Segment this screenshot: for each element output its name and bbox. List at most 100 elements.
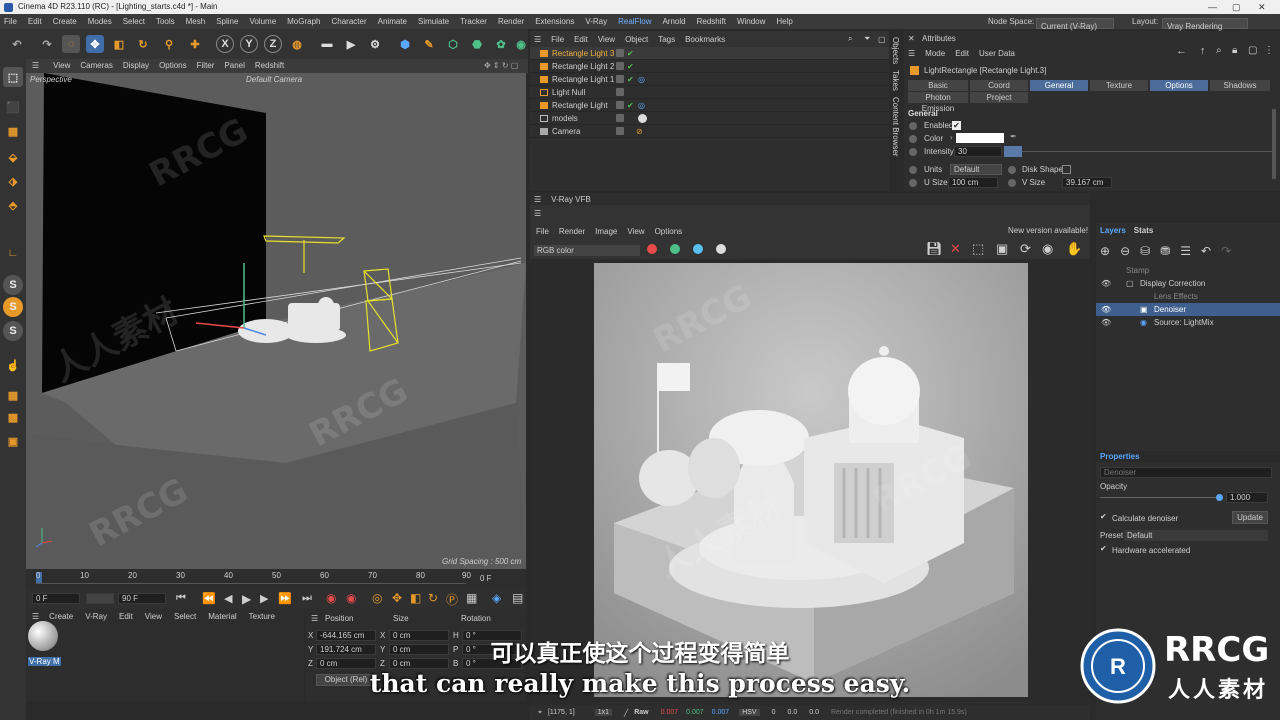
menu-mesh[interactable]: Mesh [186, 14, 206, 29]
menu-tracker[interactable]: Tracker [460, 14, 487, 29]
coordinate-system-icon[interactable]: ◍ [288, 35, 306, 53]
color-swatch[interactable] [956, 133, 1004, 143]
animate-dot-icon[interactable] [909, 122, 917, 130]
snap-settings-icon[interactable]: S [3, 297, 23, 317]
animate-dot-icon[interactable] [1008, 166, 1016, 174]
menu-edit[interactable]: Edit [28, 14, 42, 29]
red-channel-icon[interactable] [647, 244, 657, 254]
blue-channel-icon[interactable] [693, 244, 703, 254]
lock-icon[interactable]: 🔒︎ [1232, 45, 1237, 56]
layer-dot-icon[interactable] [616, 127, 624, 135]
make-editable-icon[interactable]: ⬚ [3, 67, 23, 87]
workplane-icon[interactable]: S [3, 321, 23, 341]
intensity-slider-track[interactable] [1022, 151, 1272, 152]
save-layers-icon[interactable]: ⛁ [1140, 244, 1150, 258]
material-menu-create[interactable]: Create [49, 612, 73, 621]
opacity-slider-track[interactable] [1100, 497, 1222, 498]
menu-vray[interactable]: V-Ray [585, 14, 607, 29]
rotation-key-icon[interactable]: ↻ [428, 591, 438, 605]
tweak-icon[interactable]: ☝ [3, 355, 23, 375]
material-menu-view[interactable]: View [145, 612, 162, 621]
prev-key-icon[interactable]: ⏪ [202, 592, 216, 605]
scale-icon[interactable]: ◧ [110, 35, 128, 53]
move-icon[interactable]: ✥ [86, 35, 104, 53]
animate-dot-icon[interactable] [909, 179, 917, 187]
disk-shape-checkbox[interactable] [1062, 165, 1071, 174]
menu-extensions[interactable]: Extensions [535, 14, 574, 29]
material-tag-icon[interactable] [638, 114, 647, 123]
green-channel-icon[interactable] [670, 244, 680, 254]
menu-window[interactable]: Window [737, 14, 765, 29]
play-icon[interactable]: ▶ [242, 592, 251, 606]
perspective-viewport[interactable]: Perspective Default Camera Grid Spacing … [26, 73, 526, 569]
object-search-icon[interactable]: ⌕ [848, 34, 852, 44]
lock-workplane-icon[interactable]: ▩ [3, 407, 23, 427]
node-space-select[interactable]: Current (V-Ray) [1036, 18, 1114, 31]
tab-stats[interactable]: Stats [1134, 226, 1154, 235]
object-row-rectangle-light-1[interactable]: Rectangle Light 1 ✔ ◎ [530, 73, 890, 86]
calc-denoiser-checkbox[interactable]: ✔ [1100, 513, 1108, 521]
region-render-icon[interactable]: ⬚ [972, 241, 984, 257]
render-picture-viewer-icon[interactable]: ▶ [342, 35, 360, 53]
current-frame-field[interactable]: 0 F [32, 593, 80, 604]
autokey-icon[interactable]: ◉ [346, 591, 356, 605]
object-menu-edit[interactable]: Edit [574, 35, 588, 44]
attributes-menu-edit[interactable]: Edit [955, 49, 969, 58]
object-row-models[interactable]: models [530, 112, 890, 125]
object-row-rectangle-light-2[interactable]: Rectangle Light 2 ✔ [530, 60, 890, 73]
enabled-check-icon[interactable]: ✔ [627, 47, 634, 60]
follow-mouse-icon[interactable]: ▣ [996, 241, 1008, 257]
layer-item-lightmix[interactable]: 👁︎ ◉ Source: LightMix [1096, 317, 1280, 329]
options-icon[interactable]: ⋮ [1264, 45, 1274, 56]
vfb-menu-image[interactable]: Image [595, 227, 617, 236]
material-menu-texture[interactable]: Texture [249, 612, 275, 621]
menu-create[interactable]: Create [53, 14, 77, 29]
redo-layer-icon[interactable]: ↷ [1221, 244, 1231, 258]
viewport-menu-display[interactable]: Display [123, 59, 149, 73]
layer-list-icon[interactable]: ☰ [1180, 244, 1191, 258]
y-axis-button[interactable]: Y [240, 35, 258, 53]
next-key-icon[interactable]: ⏩ [278, 592, 292, 605]
object-menu-file[interactable]: File [551, 35, 564, 44]
vfb-menu-view[interactable]: View [627, 227, 644, 236]
color-probe-icon[interactable]: ╱ [624, 709, 628, 717]
alpha-channel-icon[interactable] [716, 244, 726, 254]
object-row-light-null[interactable]: Light Null [530, 86, 890, 99]
layer-name-field[interactable]: Denoiser [1100, 467, 1272, 478]
timeline-window-icon[interactable]: ▤ [512, 591, 523, 605]
menu-render[interactable]: Render [498, 14, 524, 29]
viewport-menu-icon[interactable]: ☰ [32, 59, 39, 73]
position-key-icon[interactable]: ✥ [392, 591, 402, 605]
viewport-menu-cameras[interactable]: Cameras [80, 59, 112, 73]
object-row-camera[interactable]: Camera ⊘ [530, 125, 890, 138]
layer-item-display-correction[interactable]: 👁︎ ▢ Display Correction [1096, 278, 1280, 290]
save-image-icon[interactable]: 💾︎ [926, 241, 943, 257]
solo-icon[interactable]: ▣ [3, 431, 23, 451]
deformer-icon[interactable]: ✿ [492, 35, 510, 53]
undo-layer-icon[interactable]: ↶ [1201, 244, 1211, 258]
object-menu-bookmarks[interactable]: Bookmarks [685, 35, 725, 44]
remove-layer-icon[interactable]: ⊖ [1120, 244, 1130, 258]
go-to-start-icon[interactable]: ⏮ [176, 592, 186, 605]
color-space-select[interactable]: HSV [739, 709, 760, 716]
hw-accel-checkbox[interactable]: ✔ [1100, 545, 1108, 553]
timeline-ruler[interactable]: 0 10 20 30 40 50 60 70 80 90 0 F [26, 569, 526, 589]
menu-volume[interactable]: Volume [249, 14, 276, 29]
menu-simulate[interactable]: Simulate [418, 14, 449, 29]
zoom-select[interactable]: 1x1 [594, 709, 612, 716]
viewport-menu-panel[interactable]: Panel [224, 59, 244, 73]
pen-icon[interactable]: ✎ [420, 35, 438, 53]
units-select[interactable]: Default [950, 164, 1002, 175]
tab-general[interactable]: General [1030, 80, 1088, 91]
animate-dot-icon[interactable] [909, 148, 917, 156]
redo-icon[interactable]: ↷ [38, 35, 56, 53]
object-menu-icon[interactable]: ☰ [534, 35, 541, 44]
enabled-check-icon[interactable]: ✔ [627, 99, 634, 112]
viewport-menu-filter[interactable]: Filter [197, 59, 215, 73]
subdivision-icon[interactable]: ⬡ [444, 35, 462, 53]
vfb-panel-menu-icon[interactable]: ☰ [534, 209, 541, 218]
object-menu-object[interactable]: Object [625, 35, 648, 44]
menu-mograph[interactable]: MoGraph [287, 14, 320, 29]
close-icon[interactable]: ✕ [1258, 0, 1266, 14]
z-axis-button[interactable]: Z [264, 35, 282, 53]
